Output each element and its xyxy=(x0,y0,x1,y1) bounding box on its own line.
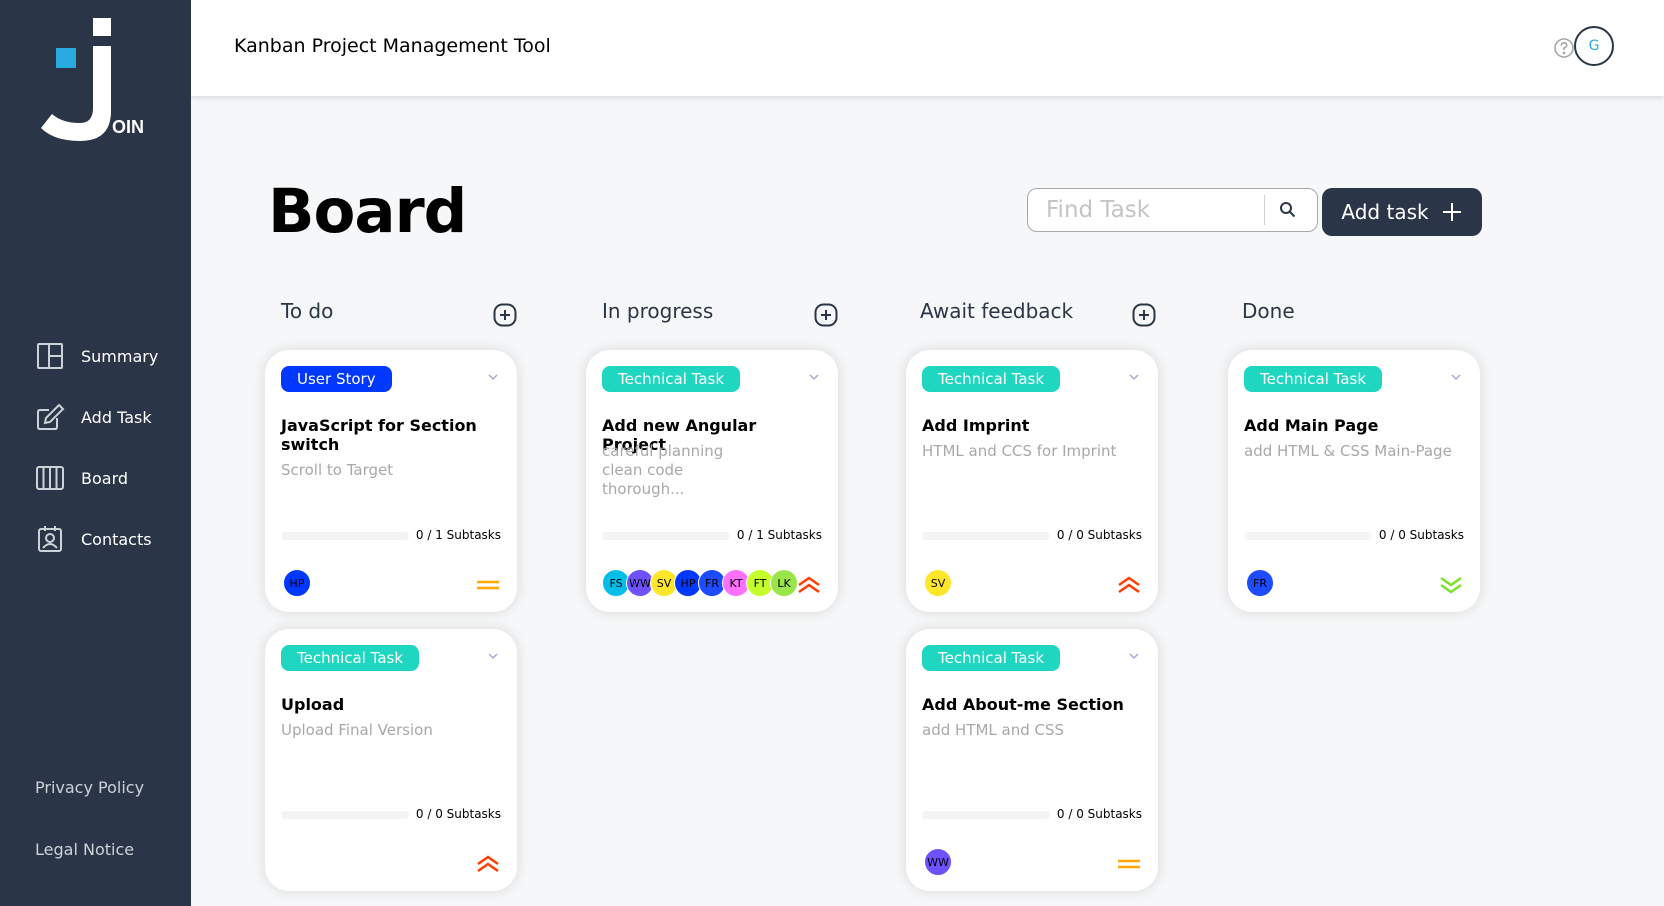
add-task-button[interactable]: Add task xyxy=(1322,188,1482,236)
subtask-count: 0 / 1 Subtasks xyxy=(415,528,501,542)
sidebar-item-label: Board xyxy=(81,468,129,488)
category-tag: Technical Task xyxy=(922,366,1061,392)
priority-urgent-icon xyxy=(477,855,499,873)
priority-low-icon xyxy=(1440,576,1462,594)
avatar: HP xyxy=(283,569,311,597)
board-icon xyxy=(36,466,64,490)
subtask-progress-bar xyxy=(922,811,1050,819)
column-title: Done xyxy=(1242,299,1295,323)
subtask-count: 0 / 0 Subtasks xyxy=(1056,807,1142,821)
plus-icon xyxy=(1442,203,1461,221)
edit-icon xyxy=(37,403,65,430)
legal-notice-link[interactable]: Legal Notice xyxy=(35,840,144,859)
column-await-feedback: Await feedback xyxy=(904,296,1156,327)
column-title: In progress xyxy=(602,299,714,323)
subtask-count: 0 / 1 Subtasks xyxy=(736,528,822,542)
priority-medium-icon xyxy=(1118,859,1140,869)
sidebar: OIN Summary Add Task Board Contacts Priv… xyxy=(0,0,191,906)
assignee-list: HP xyxy=(283,569,311,597)
summary-icon xyxy=(37,343,63,369)
avatar: FR xyxy=(1246,569,1274,597)
chevron-down-icon[interactable] xyxy=(808,372,820,382)
subtask-progress-bar xyxy=(602,532,730,540)
card-description: add HTML & CSS Main-Page xyxy=(1244,442,1452,460)
task-card[interactable]: Technical Task Add Main Page add HTML & … xyxy=(1228,350,1480,612)
page-title: Board xyxy=(268,176,467,247)
priority-medium-icon xyxy=(477,580,499,590)
contacts-icon xyxy=(38,526,62,552)
header-title: Kanban Project Management Tool xyxy=(234,35,551,57)
add-to-column-icon[interactable] xyxy=(493,303,517,327)
help-icon[interactable] xyxy=(1553,37,1575,59)
column-title: Await feedback xyxy=(920,299,1074,323)
priority-urgent-icon xyxy=(798,576,820,594)
column-done: Done xyxy=(1226,296,1478,326)
task-card[interactable]: Technical Task Add new Angular Project c… xyxy=(586,350,838,612)
add-to-column-icon[interactable] xyxy=(814,303,838,327)
category-tag: Technical Task xyxy=(922,645,1061,671)
column-todo: To do xyxy=(265,296,517,327)
card-title: Upload xyxy=(281,695,345,714)
sidebar-nav: Summary Add Task Board Contacts xyxy=(35,341,158,585)
card-description: add HTML and CSS xyxy=(922,721,1065,739)
assignee-list: FS WW SV HP FR KT FT LK xyxy=(602,569,798,597)
task-card[interactable]: Technical Task Upload Upload Final Versi… xyxy=(265,629,517,891)
avatar: SV xyxy=(924,569,952,597)
sidebar-item-add-task[interactable]: Add Task xyxy=(35,402,158,432)
card-description: Scroll to Target xyxy=(281,461,394,479)
assignee-list: WW xyxy=(924,848,952,876)
add-to-column-icon[interactable] xyxy=(1132,303,1156,327)
sidebar-item-board[interactable]: Board xyxy=(35,463,158,493)
subtask-count: 0 / 0 Subtasks xyxy=(1056,528,1142,542)
chevron-down-icon[interactable] xyxy=(1128,651,1140,661)
task-card[interactable]: User Story JavaScript for Section switch… xyxy=(265,350,517,612)
column-in-progress: In progress xyxy=(586,296,838,327)
card-description: HTML and CCS for Imprint xyxy=(922,442,1117,460)
chevron-down-icon[interactable] xyxy=(487,651,499,661)
sidebar-item-contacts[interactable]: Contacts xyxy=(35,524,158,554)
task-card[interactable]: Technical Task Add About-me Section add … xyxy=(906,629,1158,891)
user-avatar[interactable]: G xyxy=(1574,26,1614,66)
card-title: Add Imprint xyxy=(922,416,1030,435)
category-tag: Technical Task xyxy=(1244,366,1383,392)
card-title: JavaScript for Section switch xyxy=(281,416,477,454)
task-card[interactable]: Technical Task Add Imprint HTML and CCS … xyxy=(906,350,1158,612)
subtask-count: 0 / 0 Subtasks xyxy=(415,807,501,821)
chevron-down-icon[interactable] xyxy=(1450,372,1462,382)
card-title: Add Main Page xyxy=(1244,416,1379,435)
card-description: Upload Final Version xyxy=(281,721,433,739)
sidebar-footer: Privacy Policy Legal Notice xyxy=(35,778,144,902)
search-input[interactable] xyxy=(1046,195,1266,225)
card-description: careful planning clean code thorough... xyxy=(602,442,724,498)
priority-urgent-icon xyxy=(1118,576,1140,594)
category-tag: Technical Task xyxy=(281,645,420,671)
category-tag: Technical Task xyxy=(602,366,741,392)
column-title: To do xyxy=(281,299,334,323)
search-box xyxy=(1027,188,1318,232)
sidebar-item-label: Contacts xyxy=(81,529,152,549)
sidebar-item-label: Add Task xyxy=(81,407,152,427)
assignee-list: FR xyxy=(1246,569,1274,597)
search-icon[interactable] xyxy=(1278,200,1298,220)
subtask-count: 0 / 0 Subtasks xyxy=(1378,528,1464,542)
top-header: Kanban Project Management Tool G xyxy=(191,0,1664,96)
logo-text: OIN xyxy=(112,117,144,137)
add-task-label: Add task xyxy=(1341,200,1429,224)
category-tag: User Story xyxy=(281,366,392,392)
join-logo[interactable]: OIN xyxy=(38,16,148,146)
privacy-policy-link[interactable]: Privacy Policy xyxy=(35,778,144,797)
subtask-progress-bar xyxy=(1244,532,1372,540)
card-title: Add About-me Section xyxy=(922,695,1124,714)
subtask-progress-bar xyxy=(281,532,409,540)
subtask-progress-bar xyxy=(281,811,409,819)
sidebar-item-summary[interactable]: Summary xyxy=(35,341,158,371)
avatar: WW xyxy=(924,848,952,876)
subtask-progress-bar xyxy=(922,532,1050,540)
chevron-down-icon[interactable] xyxy=(1128,372,1140,382)
chevron-down-icon[interactable] xyxy=(487,372,499,382)
avatar: LK xyxy=(770,569,798,597)
sidebar-item-label: Summary xyxy=(81,346,159,366)
assignee-list: SV xyxy=(924,569,952,597)
search-divider xyxy=(1264,195,1265,225)
